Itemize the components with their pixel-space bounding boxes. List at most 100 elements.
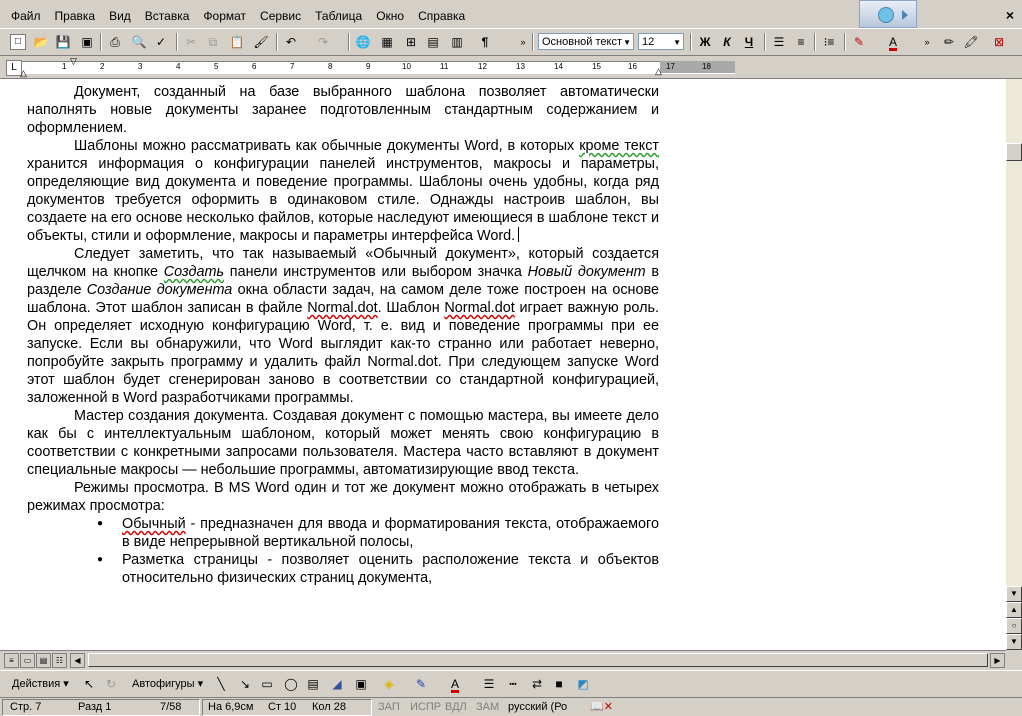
rectangle-icon[interactable]: ▭ bbox=[258, 675, 276, 693]
menu-help[interactable]: Справка bbox=[417, 9, 466, 23]
spelling-status-icon[interactable]: 📖✕ bbox=[590, 700, 613, 714]
first-line-indent-marker[interactable]: ▽ bbox=[70, 56, 77, 67]
toolbar-options-icon[interactable]: » bbox=[918, 33, 936, 51]
font-size-dropdown[interactable]: 12 ▼ bbox=[638, 33, 684, 50]
status-column: Кол 28 bbox=[312, 701, 346, 713]
ruler-number: 7 bbox=[290, 62, 295, 71]
status-overtype[interactable]: ЗАМ bbox=[476, 700, 499, 714]
actions-menu[interactable]: Действия ▾ bbox=[12, 677, 69, 690]
ruler-number: 3 bbox=[138, 62, 143, 71]
oval-icon[interactable]: ◯ bbox=[282, 675, 300, 693]
select-browse-object-icon[interactable]: ○ bbox=[1006, 618, 1022, 634]
wordart-icon[interactable]: ◢ bbox=[328, 675, 346, 693]
align-center-icon[interactable]: ☰ bbox=[770, 33, 788, 51]
horizontal-ruler[interactable]: L 1 2 3 4 5 6 7 8 9 10 11 12 13 14 15 16… bbox=[0, 56, 1022, 79]
horizontal-scroll-thumb[interactable] bbox=[88, 653, 988, 667]
next-page-icon[interactable]: ▼ bbox=[1006, 634, 1022, 650]
bold-button[interactable]: Ж bbox=[696, 33, 714, 51]
marker-icon[interactable]: 🖍 bbox=[962, 33, 980, 51]
office-assistant[interactable] bbox=[859, 0, 917, 28]
arrow-style-icon[interactable]: ⇄ bbox=[528, 675, 546, 693]
dash-style-icon[interactable]: ┅ bbox=[504, 675, 522, 693]
line-icon[interactable]: ╲ bbox=[212, 675, 230, 693]
toolbar-options-icon[interactable]: » bbox=[514, 33, 532, 51]
copy-icon[interactable]: ⧉ bbox=[204, 33, 222, 51]
horizontal-scrollbar[interactable]: ≡ ▭ ▤ ☷ ◀ ▶ bbox=[0, 650, 1006, 669]
status-pages: 7/58 bbox=[160, 701, 182, 713]
format-painter-icon[interactable]: 🖌 bbox=[252, 33, 270, 51]
underline-button[interactable]: Ч bbox=[740, 33, 758, 51]
scroll-left-icon[interactable]: ◀ bbox=[70, 653, 85, 668]
line-style-icon[interactable]: ☰ bbox=[480, 675, 498, 693]
hyperlink-icon[interactable]: 🌐 bbox=[354, 33, 372, 51]
highlight-icon[interactable]: ✎ bbox=[850, 33, 868, 51]
menu-format[interactable]: Формат bbox=[202, 9, 247, 23]
tables-borders-icon[interactable]: ▦ bbox=[378, 33, 396, 51]
status-language: русский (Ро bbox=[508, 701, 568, 713]
select-objects-icon[interactable]: ↖ bbox=[80, 675, 98, 693]
save-icon[interactable]: 💾 bbox=[54, 33, 72, 51]
ruler-number: 17 bbox=[666, 62, 675, 71]
spelling-icon[interactable]: ✓ bbox=[152, 33, 170, 51]
status-track-changes[interactable]: ИСПР bbox=[410, 700, 441, 714]
fill-color-icon[interactable]: ◈ bbox=[380, 675, 398, 693]
drawing-pen-icon[interactable]: ✏ bbox=[940, 33, 958, 51]
ruler-number: 8 bbox=[328, 62, 333, 71]
document-area[interactable]: Документ, созданный на базе выбранного ш… bbox=[0, 79, 1006, 650]
print-icon[interactable]: ⎙ bbox=[106, 33, 124, 51]
text-run: - предназначен для ввода и форматировани… bbox=[122, 516, 659, 550]
menu-bar: Файл Правка Вид Вставка Формат Сервис Та… bbox=[0, 0, 1022, 28]
columns-icon[interactable]: ▥ bbox=[448, 33, 466, 51]
previous-page-icon[interactable]: ▲ bbox=[1006, 602, 1022, 618]
research-icon[interactable]: ⊠ bbox=[990, 33, 1008, 51]
clipart-icon[interactable]: ▣ bbox=[352, 675, 370, 693]
menu-view[interactable]: Вид bbox=[108, 9, 132, 23]
vertical-scrollbar[interactable]: ▼ ▲ ○ ▼ bbox=[1006, 79, 1022, 650]
status-extend[interactable]: ВДЛ bbox=[445, 700, 467, 714]
ruler-number: 14 bbox=[554, 62, 563, 71]
justify-icon[interactable]: ≡ bbox=[792, 33, 810, 51]
arrow-icon[interactable]: ↘ bbox=[236, 675, 254, 693]
menu-window[interactable]: Окно bbox=[375, 9, 405, 23]
3d-style-icon[interactable]: ◩ bbox=[574, 675, 592, 693]
shadow-icon[interactable]: ■ bbox=[550, 675, 568, 693]
permission-icon[interactable]: ▣ bbox=[78, 33, 96, 51]
document-page[interactable]: Документ, созданный на базе выбранного ш… bbox=[27, 83, 659, 587]
font-color-icon[interactable]: A bbox=[446, 675, 464, 693]
menu-table[interactable]: Таблица bbox=[314, 9, 363, 23]
redo-icon[interactable]: ↷ bbox=[314, 33, 332, 51]
text-box-icon[interactable]: ▤ bbox=[304, 675, 322, 693]
show-hide-icon[interactable]: ¶ bbox=[476, 33, 494, 51]
font-color-icon[interactable]: A bbox=[884, 33, 902, 51]
menu-file[interactable]: Файл bbox=[10, 9, 42, 23]
close-document-button[interactable]: × bbox=[1006, 7, 1014, 23]
line-color-icon[interactable]: ✎ bbox=[412, 675, 430, 693]
cut-icon[interactable]: ✂ bbox=[182, 33, 200, 51]
normal-view-icon[interactable]: ≡ bbox=[4, 653, 19, 668]
chevron-down-icon: ▼ bbox=[623, 38, 631, 47]
italic-button[interactable]: К bbox=[718, 33, 736, 51]
paste-icon[interactable]: 📋 bbox=[228, 33, 246, 51]
scroll-down-icon[interactable]: ▼ bbox=[1006, 586, 1022, 602]
scroll-right-icon[interactable]: ▶ bbox=[990, 653, 1005, 668]
insert-table-icon[interactable]: ⊞ bbox=[402, 33, 420, 51]
scroll-thumb[interactable] bbox=[1006, 143, 1022, 161]
outline-view-icon[interactable]: ☷ bbox=[52, 653, 67, 668]
status-record-macro[interactable]: ЗАП bbox=[378, 700, 400, 714]
print-layout-view-icon[interactable]: ▤ bbox=[36, 653, 51, 668]
rotate-icon[interactable]: ↻ bbox=[102, 675, 120, 693]
web-view-icon[interactable]: ▭ bbox=[20, 653, 35, 668]
insert-excel-icon[interactable]: ▤ bbox=[424, 33, 442, 51]
open-folder-icon[interactable]: 📂 bbox=[32, 33, 50, 51]
left-indent-marker[interactable]: △ bbox=[20, 68, 27, 79]
bullets-icon[interactable]: ⁝≡ bbox=[820, 33, 838, 51]
print-preview-icon[interactable]: 🔍 bbox=[130, 33, 148, 51]
new-document-icon[interactable]: □ bbox=[10, 34, 26, 50]
right-indent-marker[interactable]: △ bbox=[655, 66, 662, 77]
menu-edit[interactable]: Правка bbox=[54, 9, 97, 23]
menu-tools[interactable]: Сервис bbox=[259, 9, 302, 23]
undo-icon[interactable]: ↶ bbox=[282, 33, 300, 51]
autoshapes-menu[interactable]: Автофигуры ▾ bbox=[132, 677, 203, 690]
style-dropdown[interactable]: Основной текст ▼ bbox=[538, 33, 634, 50]
menu-insert[interactable]: Вставка bbox=[144, 9, 191, 23]
